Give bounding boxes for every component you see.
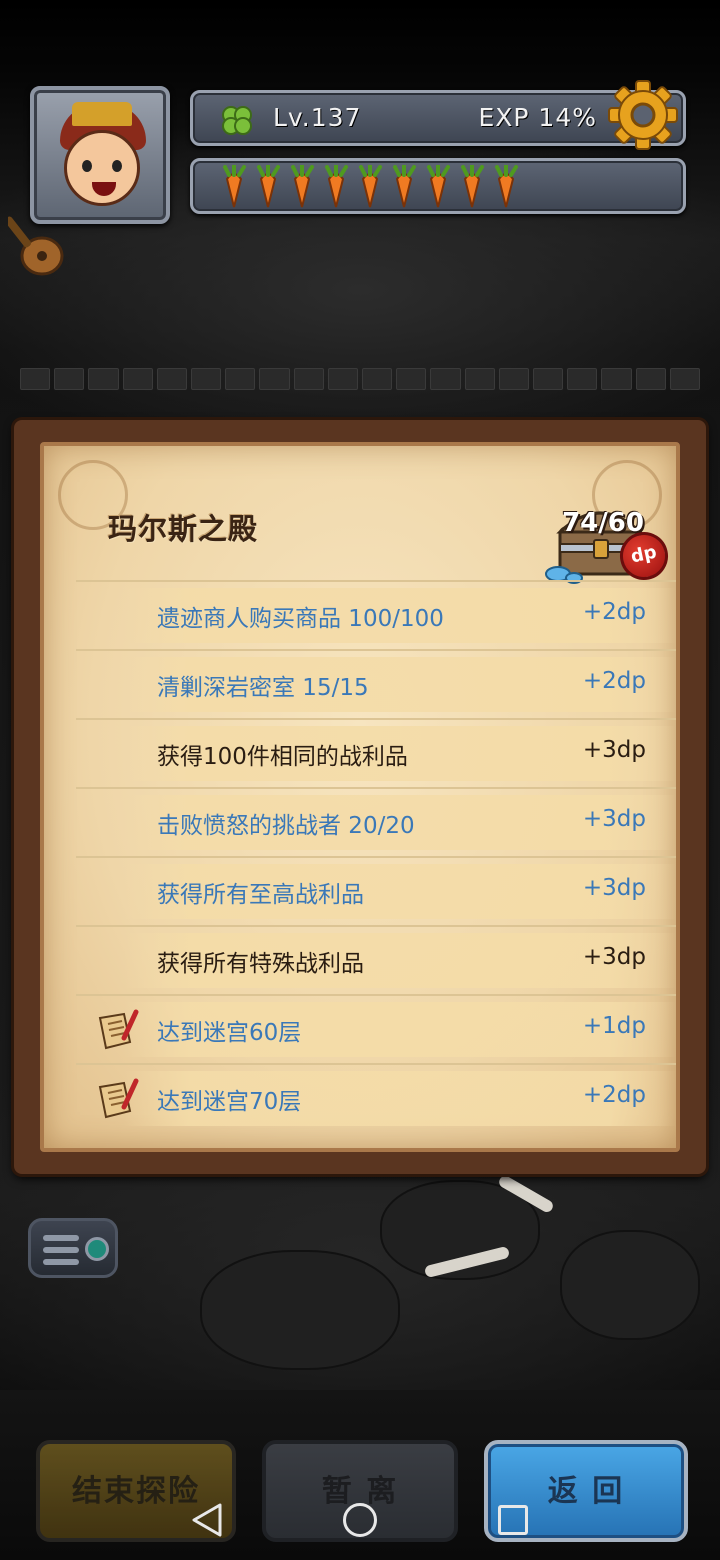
achievement-reward: +3dp bbox=[582, 806, 646, 832]
achievement-label: 击败愤怒的挑战者 20/20 bbox=[157, 813, 415, 839]
achievement-row: 获得所有特殊战利品 +3dp bbox=[76, 925, 676, 994]
achievement-label: 达到迷宫60层 bbox=[157, 1020, 302, 1046]
achievement-row: 获得所有至高战利品 +3dp bbox=[76, 856, 676, 925]
carrot-list bbox=[217, 165, 523, 209]
nav-back-icon[interactable] bbox=[190, 1502, 224, 1538]
wall-bricks bbox=[20, 368, 701, 390]
achievement-row: 清剿深岩密室 15/15 +2dp bbox=[76, 649, 676, 718]
nav-home-icon[interactable] bbox=[343, 1503, 377, 1537]
achievement-row: 达到迷宫70层 +2dp bbox=[76, 1063, 676, 1132]
achievement-reward: +1dp bbox=[582, 1013, 646, 1039]
scroll-quill-icon bbox=[98, 1078, 139, 1119]
carrot-icon bbox=[257, 165, 280, 208]
achievement-reward: +3dp bbox=[582, 737, 646, 763]
lute-icon bbox=[8, 216, 64, 276]
achievement-list: 遗迹商人购买商品 100/100 +2dp 清剿深岩密室 15/15 +2dp 获得10… bbox=[76, 580, 676, 1132]
achievement-label: 达到迷宫70层 bbox=[157, 1089, 302, 1115]
menu-button[interactable] bbox=[28, 1218, 118, 1278]
scroll-quill-icon bbox=[98, 1009, 139, 1050]
nav-recent-apps-icon[interactable] bbox=[498, 1505, 528, 1535]
player-avatar[interactable] bbox=[30, 86, 170, 224]
carrot-icon bbox=[461, 165, 484, 208]
stamina-bar bbox=[190, 158, 686, 214]
player-level: Lv.137 bbox=[273, 103, 362, 132]
carrot-icon bbox=[291, 165, 314, 208]
achievement-row: 获得100件相同的战利品 +3dp bbox=[76, 718, 676, 787]
record-dot-icon bbox=[85, 1237, 109, 1261]
achievement-label: 清剿深岩密室 15/15 bbox=[157, 675, 369, 701]
floor-stone bbox=[560, 1230, 700, 1340]
carrot-icon bbox=[325, 165, 348, 208]
achievement-reward: +2dp bbox=[582, 599, 646, 625]
carrot-icon bbox=[427, 165, 450, 208]
gear-icon[interactable] bbox=[606, 78, 680, 152]
achievement-row: 达到迷宫60层 +1dp bbox=[76, 994, 676, 1063]
panel-title: 玛尔斯之殿 bbox=[108, 512, 259, 546]
achievement-label: 获得100件相同的战利品 bbox=[157, 744, 408, 770]
exp-percent: EXP 14% bbox=[478, 103, 597, 132]
achievement-label: 遗迹商人购买商品 100/100 bbox=[157, 606, 444, 632]
carrot-icon bbox=[495, 165, 518, 208]
carrot-icon bbox=[393, 165, 416, 208]
floor-stone bbox=[200, 1250, 400, 1370]
achievement-reward: +3dp bbox=[582, 944, 646, 970]
achievement-reward: +2dp bbox=[582, 668, 646, 694]
achievement-label: 获得所有至高战利品 bbox=[157, 882, 364, 908]
achievement-reward: +2dp bbox=[582, 1082, 646, 1108]
achievement-panel: 玛尔斯之殿 74/60 dp 遗迹商人购买商品 100/100 +2dp 清剿深岩密… bbox=[14, 420, 706, 1174]
achievement-row: 遗迹商人购买商品 100/100 +2dp bbox=[76, 580, 676, 649]
carrot-icon bbox=[223, 165, 246, 208]
carrot-icon bbox=[359, 165, 382, 208]
achievement-reward: +3dp bbox=[582, 875, 646, 901]
achievement-label: 获得所有特殊战利品 bbox=[157, 951, 364, 977]
level-clover-icon bbox=[222, 106, 252, 135]
achievement-row: 击败愤怒的挑战者 20/20 +3dp bbox=[76, 787, 676, 856]
